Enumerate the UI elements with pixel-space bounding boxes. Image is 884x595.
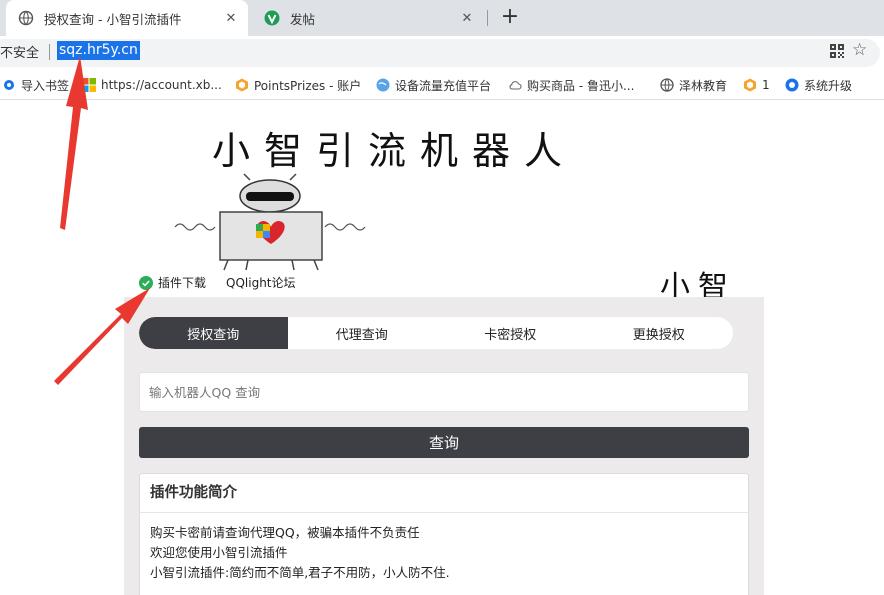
bookmark-label: 系统升级 [804, 78, 853, 93]
card-title: 插件功能简介 [140, 474, 748, 513]
bookmark-label: 设备流量充值平台 [395, 78, 492, 93]
tab-authorization-query[interactable]: 授权查询 - 小智引流插件 ✕ [6, 0, 248, 36]
bookmark-label: PointsPrizes - 账户 [254, 78, 362, 93]
tab-card-key-authorize[interactable]: 卡密授权 [436, 317, 585, 349]
intro-line: 小智引流插件:简约而不简单,君子不用防，小人防不住. [150, 565, 450, 580]
tab-title: 授权查询 - 小智引流插件 [44, 11, 182, 27]
plugin-download-link[interactable]: 插件下载 [158, 274, 206, 291]
bookmark-pointsprizes[interactable]: PointsPrizes - 账户 [235, 75, 361, 95]
globe-icon [18, 10, 34, 26]
tab-change-authorization[interactable]: 更换授权 [585, 317, 734, 349]
robot-mascot-image [174, 173, 366, 271]
tab-post[interactable]: 发帖 ✕ [252, 0, 484, 36]
globe-icon [660, 78, 674, 92]
query-tabs: 授权查询 代理查询 卡密授权 更换授权 [139, 317, 733, 349]
cloud-icon [508, 78, 522, 92]
omnibox-separator [49, 44, 50, 60]
intro-line: 购买卡密前请查询代理QQ，被骗本插件不负责任 [150, 525, 420, 540]
robot-qq-input[interactable] [139, 372, 749, 412]
bookmark-label: 泽林教育 [679, 78, 728, 93]
intro-line: 欢迎您使用小智引流插件 [150, 545, 288, 560]
plugin-intro-card: 插件功能简介 购买卡密前请查询代理QQ，被骗本插件不负责任 欢迎您使用小智引流插… [139, 473, 749, 595]
tab-title: 发帖 [290, 11, 316, 27]
bookmark-device-traffic[interactable]: 设备流量充值平台 [376, 75, 491, 95]
qr-code-icon[interactable] [830, 44, 844, 58]
bookmark-label: 导入书签 [21, 78, 70, 93]
qqlight-forum-link[interactable]: QQlight论坛 [226, 274, 296, 291]
tab-separator [487, 10, 488, 26]
bookmark-import[interactable]: 导入书签 [2, 75, 69, 95]
close-icon[interactable]: ✕ [222, 9, 240, 27]
robot-banner-title: 小智引流机器人 [212, 129, 577, 173]
bookmark-label: https://account.xb... [101, 78, 222, 92]
card-body: 购买卡密前请查询代理QQ，被骗本插件不负责任 欢迎您使用小智引流插件 小智引流插… [140, 513, 748, 583]
hexagon-icon [235, 78, 249, 92]
bookmark-star-icon[interactable]: ☆ [852, 40, 867, 60]
query-button[interactable]: 查询 [139, 427, 749, 458]
bookmark-1[interactable]: 1 [743, 75, 770, 95]
check-circle-icon [139, 275, 153, 290]
globe-icon [376, 78, 390, 92]
bookmark-zelin-edu[interactable]: 泽林教育 [660, 75, 727, 95]
top-links: 插件下载 QQlight论坛 [139, 274, 296, 291]
new-tab-button[interactable]: + [498, 6, 522, 30]
bookmark-label: 1 [762, 78, 770, 92]
security-indicator[interactable]: 不安全 [0, 42, 39, 61]
close-icon[interactable]: ✕ [458, 9, 476, 27]
bookmark-account-xbox[interactable]: https://account.xb... [82, 75, 222, 95]
windows-icon [82, 78, 96, 92]
shield-v-icon [264, 10, 280, 26]
url-text[interactable]: sqz.hr5y.cn [57, 41, 140, 60]
bookmark-label: 购买商品 - 鲁迅小... [527, 78, 635, 93]
gear-icon [2, 78, 16, 92]
tab-agent-query[interactable]: 代理查询 [288, 317, 437, 349]
bookmark-buy-goods[interactable]: 购买商品 - 鲁迅小... [508, 75, 634, 95]
hexagon-icon [743, 78, 757, 92]
tab-authorization-query[interactable]: 授权查询 [139, 317, 288, 349]
bookmark-system-upgrade[interactable]: 系统升级 [785, 75, 852, 95]
blue-circle-icon [785, 78, 799, 92]
